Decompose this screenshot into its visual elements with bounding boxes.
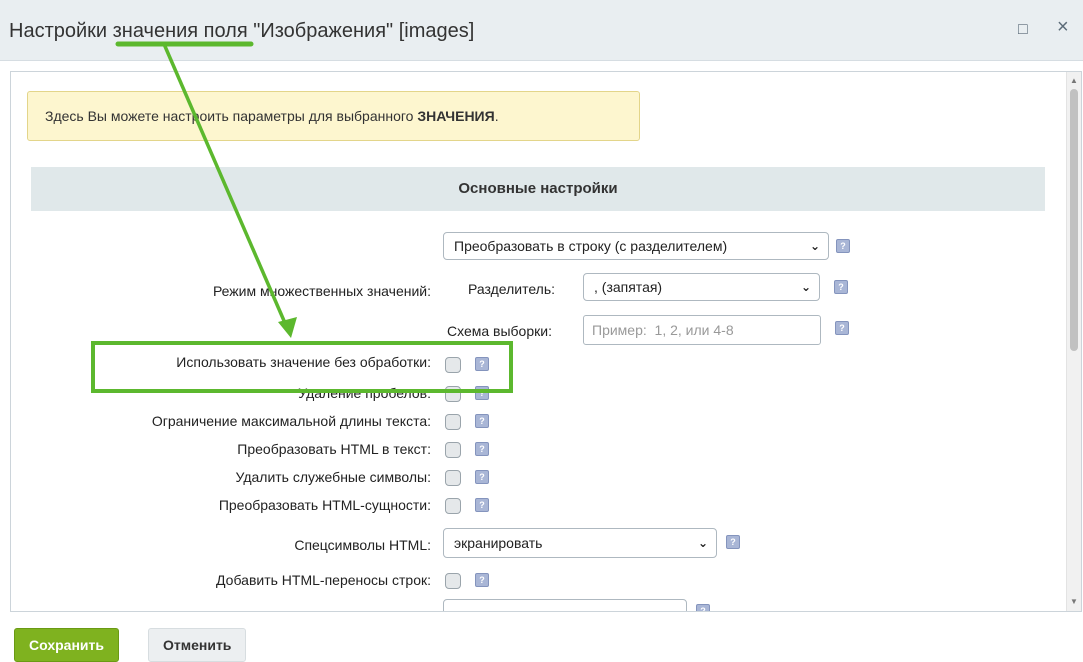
- next-field-select[interactable]: [443, 599, 687, 611]
- scheme-input[interactable]: [583, 315, 821, 345]
- help-icon[interactable]: ?: [726, 535, 740, 549]
- raw-value-label: Использовать значение без обработки:: [176, 354, 431, 370]
- notice-text-end: .: [494, 108, 499, 124]
- help-icon[interactable]: ?: [475, 498, 489, 512]
- help-icon[interactable]: ?: [475, 573, 489, 587]
- trim-spaces-checkbox[interactable]: [445, 386, 461, 402]
- help-icon[interactable]: ?: [835, 321, 849, 335]
- chevron-down-icon: ⌄: [809, 239, 820, 253]
- dialog-title: Настройки значения поля "Изображения" [i…: [9, 20, 475, 42]
- help-icon[interactable]: ?: [836, 239, 850, 253]
- max-length-checkbox[interactable]: [445, 414, 461, 430]
- help-icon[interactable]: ?: [475, 470, 489, 484]
- separator-select[interactable]: , (запятая) ⌄: [583, 273, 820, 301]
- html-specialchars-select[interactable]: экранировать ⌄: [443, 528, 717, 558]
- next-field-label-fragment: [311, 605, 325, 609]
- html-specialchars-label: Спецсимволы HTML:: [294, 537, 431, 553]
- vertical-scrollbar[interactable]: ▲ ▼: [1066, 72, 1081, 611]
- cancel-button[interactable]: Отменить: [148, 628, 247, 662]
- trim-spaces-label: Удаление пробелов:: [298, 385, 431, 401]
- html-entities-checkbox[interactable]: [445, 498, 461, 514]
- max-length-label: Ограничение максимальной длины текста:: [151, 413, 431, 429]
- scheme-label: Схема выборки:: [447, 323, 552, 339]
- add-br-checkbox[interactable]: [445, 573, 461, 589]
- help-icon[interactable]: ?: [834, 280, 848, 294]
- html-entities-label: Преобразовать HTML-сущности:: [218, 497, 431, 513]
- remove-special-checkbox[interactable]: [445, 470, 461, 486]
- add-br-label: Добавить HTML-переносы строк:: [216, 572, 431, 588]
- html-specialchars-select-value: экранировать: [454, 535, 543, 551]
- labels-column: Режим множественных значений: Использова…: [11, 72, 431, 611]
- remove-special-label: Удалить служебные символы:: [235, 469, 431, 485]
- html-to-text-checkbox[interactable]: [445, 442, 461, 458]
- help-icon[interactable]: ?: [475, 357, 489, 371]
- chevron-down-icon: ⌄: [697, 536, 708, 550]
- raw-value-checkbox[interactable]: [445, 357, 461, 373]
- save-button[interactable]: Сохранить: [14, 628, 119, 662]
- multi-mode-select-value: Преобразовать в строку (с разделителем): [454, 238, 728, 254]
- multi-mode-label: Режим множественных значений:: [212, 283, 431, 299]
- html-to-text-label: Преобразовать HTML в текст:: [237, 441, 431, 457]
- settings-panel: Здесь Вы можете настроить параметры для …: [10, 71, 1082, 612]
- chevron-down-icon: ⌄: [800, 280, 811, 294]
- dialog-titlebar[interactable]: Настройки значения поля "Изображения" [i…: [0, 0, 1083, 61]
- separator-label: Разделитель:: [468, 281, 556, 297]
- scroll-thumb[interactable]: [1070, 89, 1078, 351]
- help-icon[interactable]: ?: [475, 386, 489, 400]
- scroll-up-icon[interactable]: ▲: [1067, 74, 1081, 88]
- scroll-down-icon[interactable]: ▼: [1067, 595, 1081, 609]
- multi-mode-select[interactable]: Преобразовать в строку (с разделителем) …: [443, 232, 829, 260]
- maximize-icon[interactable]: □: [1018, 22, 1028, 38]
- help-icon[interactable]: ?: [475, 414, 489, 428]
- help-icon[interactable]: ?: [475, 442, 489, 456]
- separator-select-value: , (запятая): [594, 279, 663, 295]
- close-icon[interactable]: ×: [1057, 17, 1069, 37]
- help-icon[interactable]: ?: [696, 604, 710, 611]
